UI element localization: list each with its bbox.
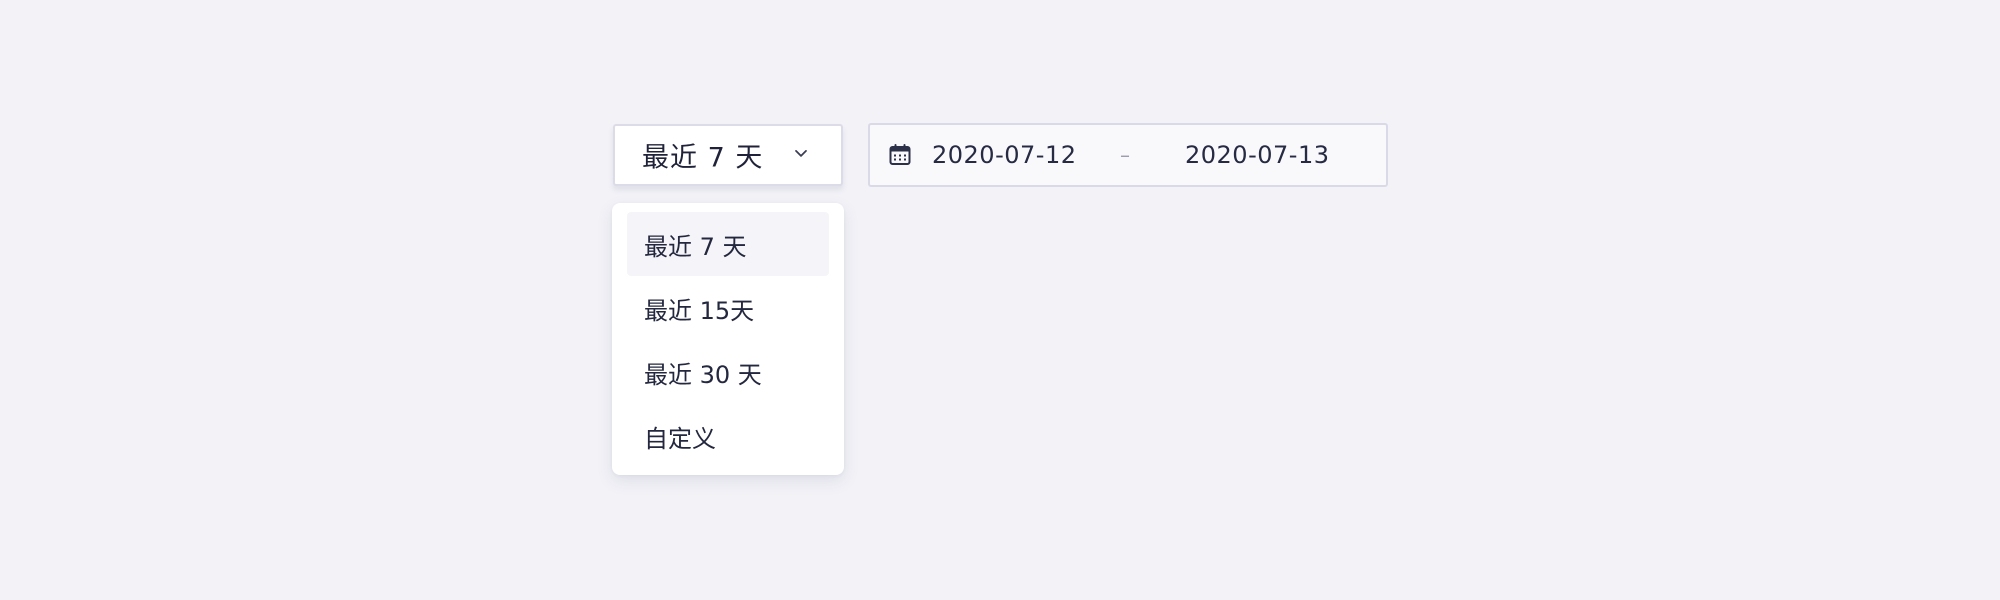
option-last-30-days[interactable]: 最近 30 天: [627, 340, 829, 404]
option-label: 自定义: [644, 424, 716, 453]
chevron-down-icon: [795, 149, 807, 157]
option-label: 最近 15天: [644, 296, 755, 325]
range-preset-value: 最近 7 天: [642, 142, 764, 174]
option-label: 最近 30 天: [644, 360, 762, 389]
start-date-input[interactable]: 2020-07-12: [932, 141, 1076, 169]
option-label: 最近 7 天: [644, 232, 747, 261]
option-last-7-days[interactable]: 最近 7 天: [627, 212, 829, 276]
option-custom[interactable]: 自定义: [627, 404, 829, 468]
range-separator: –: [1120, 143, 1130, 167]
option-last-15-days[interactable]: 最近 15天: [627, 276, 829, 340]
range-preset-select[interactable]: 最近 7 天: [613, 124, 843, 186]
range-preset-dropdown: 最近 7 天 最近 15天 最近 30 天 自定义: [612, 203, 844, 475]
end-date-input[interactable]: 2020-07-13: [1185, 141, 1329, 169]
calendar-icon: [889, 144, 911, 165]
date-range-picker[interactable]: 2020-07-12 – 2020-07-13: [868, 123, 1388, 187]
